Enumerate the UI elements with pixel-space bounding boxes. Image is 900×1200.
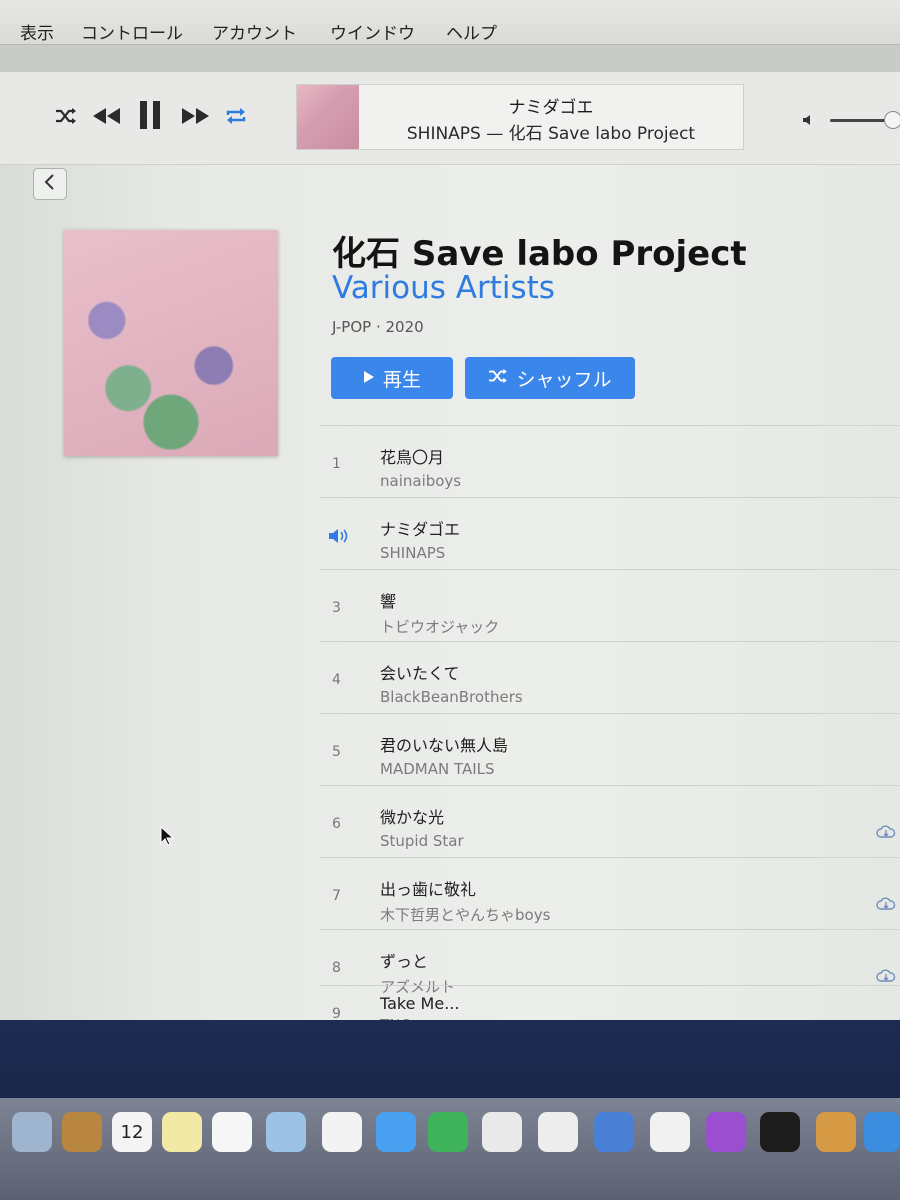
track-row[interactable]: 4 会いたくて BlackBeanBrothers	[320, 641, 900, 714]
pause-icon[interactable]	[136, 98, 164, 132]
track-row[interactable]: 3 響 トビウオジャック	[320, 569, 900, 642]
track-title: 会いたくて	[380, 664, 460, 683]
shuffle-button-label: シャッフル	[516, 368, 612, 391]
track-artist: トビウオジャック	[380, 618, 500, 636]
track-artist: nainaiboys	[380, 472, 462, 490]
menu-help[interactable]: ヘルプ	[446, 19, 497, 44]
shuffle-button[interactable]: シャッフル	[465, 357, 635, 399]
track-title: ずっと	[380, 952, 429, 971]
preview-app-icon[interactable]	[12, 1112, 52, 1152]
play-button-label: 再生	[382, 368, 421, 391]
play-icon	[363, 367, 375, 389]
music-app-icon[interactable]	[650, 1112, 690, 1152]
track-title: 出っ歯に敬礼	[380, 880, 477, 899]
track-artist: 木下哲男とやんちゃboys	[380, 906, 551, 924]
now-playing-artwork	[297, 85, 359, 149]
menu-view[interactable]: 表示	[20, 19, 54, 44]
track-title: 花鳥〇月	[380, 448, 445, 467]
menu-controls[interactable]: コントロール	[81, 19, 183, 44]
album-cover	[64, 230, 278, 456]
track-row[interactable]: 1 花鳥〇月 nainaiboys	[320, 425, 900, 498]
shuffle-icon[interactable]	[52, 102, 80, 130]
now-playing-subtitle: SHINAPS — 化石 Save labo Project	[406, 124, 696, 144]
track-number: 5	[332, 744, 341, 760]
notes-folder-icon[interactable]	[62, 1112, 102, 1152]
podcasts-app-icon[interactable]	[706, 1112, 746, 1152]
play-button[interactable]: 再生	[331, 357, 453, 399]
app-store-icon[interactable]	[864, 1112, 900, 1152]
chevron-left-icon	[44, 174, 56, 194]
pages-app-icon[interactable]	[482, 1112, 522, 1152]
track-title: 君のいない無人島	[380, 736, 509, 755]
repeat-icon[interactable]	[222, 102, 250, 130]
track-row[interactable]: 7 出っ歯に敬礼 木下哲男とやんちゃboys	[320, 857, 900, 930]
track-artist: Stupid Star	[380, 832, 464, 850]
track-number: 1	[332, 456, 341, 472]
numbers-app-icon[interactable]	[538, 1112, 578, 1152]
mouse-cursor-icon	[160, 825, 175, 850]
books-app-icon[interactable]	[816, 1112, 856, 1152]
notes-app-icon[interactable]	[162, 1112, 202, 1152]
album-title: 化石 Save labo Project	[332, 234, 747, 274]
cloud-download-icon[interactable]	[876, 824, 896, 843]
messages-app-icon[interactable]	[376, 1112, 416, 1152]
track-title: ナミダゴエ	[380, 520, 461, 539]
speaker-icon	[328, 528, 348, 548]
track-row[interactable]: 6 微かな光 Stupid Star	[320, 785, 900, 858]
cloud-download-icon[interactable]	[876, 896, 896, 915]
calendar-day: 12	[120, 1121, 144, 1143]
album-artist-link[interactable]: Various Artists	[332, 270, 555, 306]
shuffle-icon	[488, 367, 508, 389]
track-title: 響	[380, 592, 397, 611]
track-number: 8	[332, 960, 341, 976]
track-number: 3	[332, 600, 341, 616]
facetime-app-icon[interactable]	[428, 1112, 468, 1152]
back-button[interactable]	[33, 168, 67, 200]
maps-app-icon[interactable]	[266, 1112, 306, 1152]
reminders-app-icon[interactable]	[212, 1112, 252, 1152]
rewind-icon[interactable]	[90, 102, 124, 130]
track-artist: SHINAPS	[380, 544, 446, 562]
now-playing-title: ナミダゴエ	[508, 98, 594, 118]
tv-app-icon[interactable]	[760, 1112, 800, 1152]
track-number: 7	[332, 888, 341, 904]
track-number: 6	[332, 816, 341, 832]
track-title: 微かな光	[380, 808, 445, 827]
track-artist: MADMAN TAILS	[380, 760, 495, 778]
track-row[interactable]: 5 君のいない無人島 MADMAN TAILS	[320, 713, 900, 786]
menu-bar: 表示 コントロール アカウント ウインドウ ヘルプ	[0, 0, 900, 45]
volume-slider-knob[interactable]	[884, 111, 900, 129]
now-playing-panel[interactable]: ナミダゴエ SHINAPS — 化石 Save labo Project	[296, 84, 744, 150]
track-title: Take Me...	[380, 994, 460, 1013]
fast-forward-icon[interactable]	[178, 102, 212, 130]
menu-account[interactable]: アカウント	[212, 19, 297, 44]
track-artist: BlackBeanBrothers	[380, 688, 523, 706]
album-meta: J-POP · 2020	[332, 318, 424, 336]
track-number: 4	[332, 672, 341, 688]
player-bar: ナミダゴエ SHINAPS — 化石 Save labo Project	[0, 72, 900, 165]
keynote-app-icon[interactable]	[594, 1112, 634, 1152]
track-row[interactable]: ナミダゴエ SHINAPS	[320, 497, 900, 570]
photos-app-icon[interactable]	[322, 1112, 362, 1152]
volume-icon	[802, 112, 816, 131]
calendar-app-icon[interactable]: 12	[112, 1112, 152, 1152]
menu-window[interactable]: ウインドウ	[330, 19, 415, 44]
